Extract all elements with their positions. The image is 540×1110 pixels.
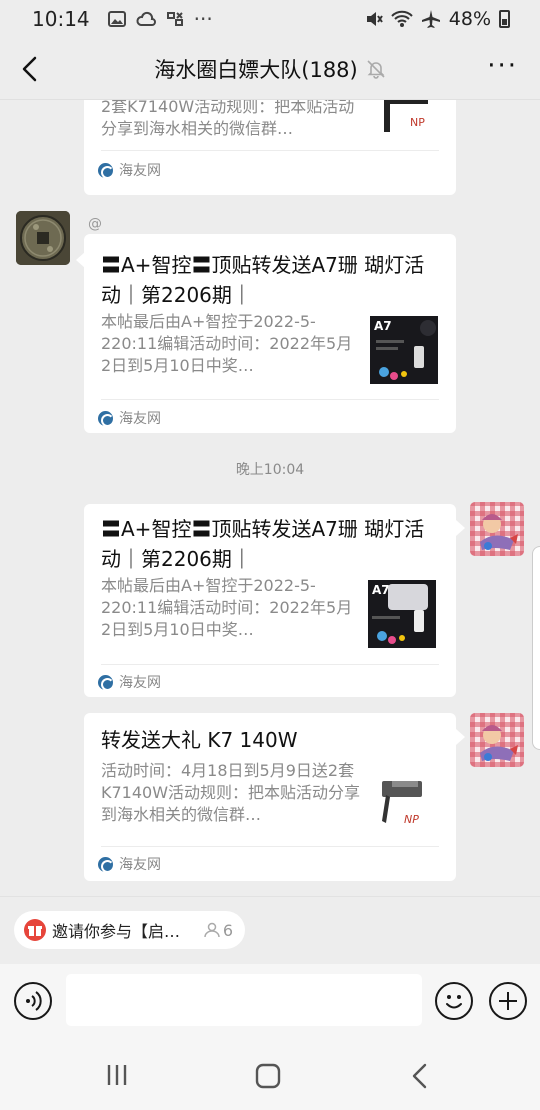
- chat-title: 海水圈白嫖大队(188): [154, 57, 358, 82]
- more-notifications-icon: ···: [193, 7, 213, 31]
- bubble-tail: [456, 729, 465, 745]
- card-divider: [101, 399, 439, 400]
- more-actions-button[interactable]: [489, 982, 527, 1020]
- source-logo-icon: [98, 856, 114, 873]
- source-logo-icon: [98, 162, 114, 179]
- card-source: 海友网: [98, 408, 161, 428]
- card-divider: [101, 664, 439, 665]
- card-source: 海友网: [98, 160, 161, 180]
- svg-text:A7: A7: [372, 583, 390, 597]
- voice-icon: [26, 991, 42, 1011]
- plus-icon: [499, 992, 517, 1010]
- coin-avatar-icon: [16, 211, 70, 265]
- link-card[interactable]: 2套K7140W活动规则：把本贴活动分享到海水相关的微信群… NP 海友网: [84, 100, 456, 195]
- gift-icon: [24, 919, 46, 941]
- card-divider: [101, 150, 439, 151]
- system-back-button[interactable]: [408, 1062, 432, 1090]
- link-card[interactable]: 〓A+智控〓顶贴转发送A7珊 瑚灯活动｜第2206期｜ 本帖最后由A+智控于20…: [84, 234, 456, 433]
- cloud-icon: [136, 11, 156, 26]
- source-name: 海友网: [119, 163, 161, 179]
- pinned-bar: 邀请你参与【启… 6: [0, 896, 540, 964]
- chat-area[interactable]: 2套K7140W活动规则：把本贴活动分享到海水相关的微信群… NP 海友网 @ …: [0, 100, 540, 896]
- card-thumbnail: A7: [370, 316, 438, 384]
- source-name: 海友网: [119, 857, 161, 873]
- notification-icons: ···: [107, 7, 213, 31]
- cartoon-avatar-icon: [480, 725, 518, 761]
- avatar[interactable]: [470, 713, 524, 767]
- source-name: 海友网: [119, 411, 161, 427]
- svg-text:NP: NP: [410, 116, 425, 129]
- message-input[interactable]: [66, 974, 422, 1026]
- card-title: 〓A+智控〓顶贴转发送A7珊 瑚灯活动｜第2206期｜: [101, 253, 425, 307]
- home-button[interactable]: [254, 1062, 282, 1090]
- card-thumbnail: A7: [368, 580, 436, 648]
- source-logo-icon: [98, 674, 114, 691]
- message-timestamp: 晚上10:04: [235, 462, 305, 478]
- person-icon: [204, 922, 220, 938]
- pinned-text: 邀请你参与【启…: [52, 922, 181, 941]
- input-bar: [0, 964, 540, 1040]
- svg-text:NP: NP: [404, 813, 419, 826]
- nfc-icon: [166, 12, 183, 26]
- card-description: 本帖最后由A+智控于2022-5-220:11编辑活动时间：2022年5月2日到…: [101, 576, 353, 639]
- card-description: 活动时间：4月18日到5月9日送2套K7140W活动规则：把本贴活动分享到海水相…: [101, 761, 361, 824]
- card-source: 海友网: [98, 672, 161, 692]
- status-bar: 10:14 ··· 48%: [0, 0, 540, 38]
- battery-icon: [499, 10, 510, 28]
- source-name: 海友网: [119, 675, 161, 691]
- image-icon: [107, 11, 126, 27]
- source-logo-icon: [98, 410, 114, 427]
- avatar[interactable]: [470, 502, 524, 556]
- chat-title-group: 海水圈白嫖大队(188): [154, 54, 385, 84]
- back-button[interactable]: [16, 52, 46, 86]
- card-description: 本帖最后由A+智控于2022-5-220:11编辑活动时间：2022年5月2日到…: [101, 312, 353, 375]
- recent-apps-button[interactable]: [104, 1062, 130, 1088]
- card-source: 海友网: [98, 854, 161, 874]
- mute-icon: [366, 12, 383, 26]
- more-button[interactable]: ···: [487, 53, 518, 79]
- card-thumbnail: NP: [368, 767, 436, 835]
- svg-text:A7: A7: [374, 319, 392, 333]
- emoji-icon: [446, 995, 462, 1009]
- card-title: 〓A+智控〓顶贴转发送A7珊 瑚灯活动｜第2206期｜: [101, 517, 425, 571]
- status-time: 10:14: [32, 7, 90, 31]
- avatar[interactable]: [16, 211, 70, 265]
- link-card[interactable]: 〓A+智控〓顶贴转发送A7珊 瑚灯活动｜第2206期｜ 本帖最后由A+智控于20…: [84, 504, 456, 697]
- wifi-icon: [391, 10, 413, 27]
- battery-percent: 48%: [448, 8, 491, 30]
- bubble-tail: [456, 520, 465, 536]
- emoji-button[interactable]: [435, 982, 473, 1020]
- mute-bell-icon: [367, 59, 385, 79]
- card-thumbnail: NP: [372, 100, 440, 134]
- card-divider: [101, 846, 439, 847]
- status-right: 48%: [365, 8, 510, 30]
- chat-header: 海水圈白嫖大队(188) ···: [0, 38, 540, 100]
- voice-button[interactable]: [14, 982, 52, 1020]
- participant-count: 6: [204, 921, 233, 940]
- scroll-handle[interactable]: [532, 546, 540, 750]
- cartoon-avatar-icon: [480, 514, 518, 550]
- airplane-icon: [421, 10, 440, 28]
- card-description: 2套K7140W活动规则：把本贴活动分享到海水相关的微信群…: [101, 100, 355, 138]
- link-card[interactable]: 转发送大礼 K7 140W 活动时间：4月18日到5月9日送2套K7140W活动…: [84, 713, 456, 881]
- participant-count-value: 6: [222, 920, 233, 940]
- pinned-activity-chip[interactable]: 邀请你参与【启… 6: [14, 911, 245, 949]
- sender-name: @: [88, 216, 102, 232]
- card-title: 转发送大礼 K7 140W: [101, 728, 298, 752]
- system-navigation-bar: [0, 1040, 540, 1110]
